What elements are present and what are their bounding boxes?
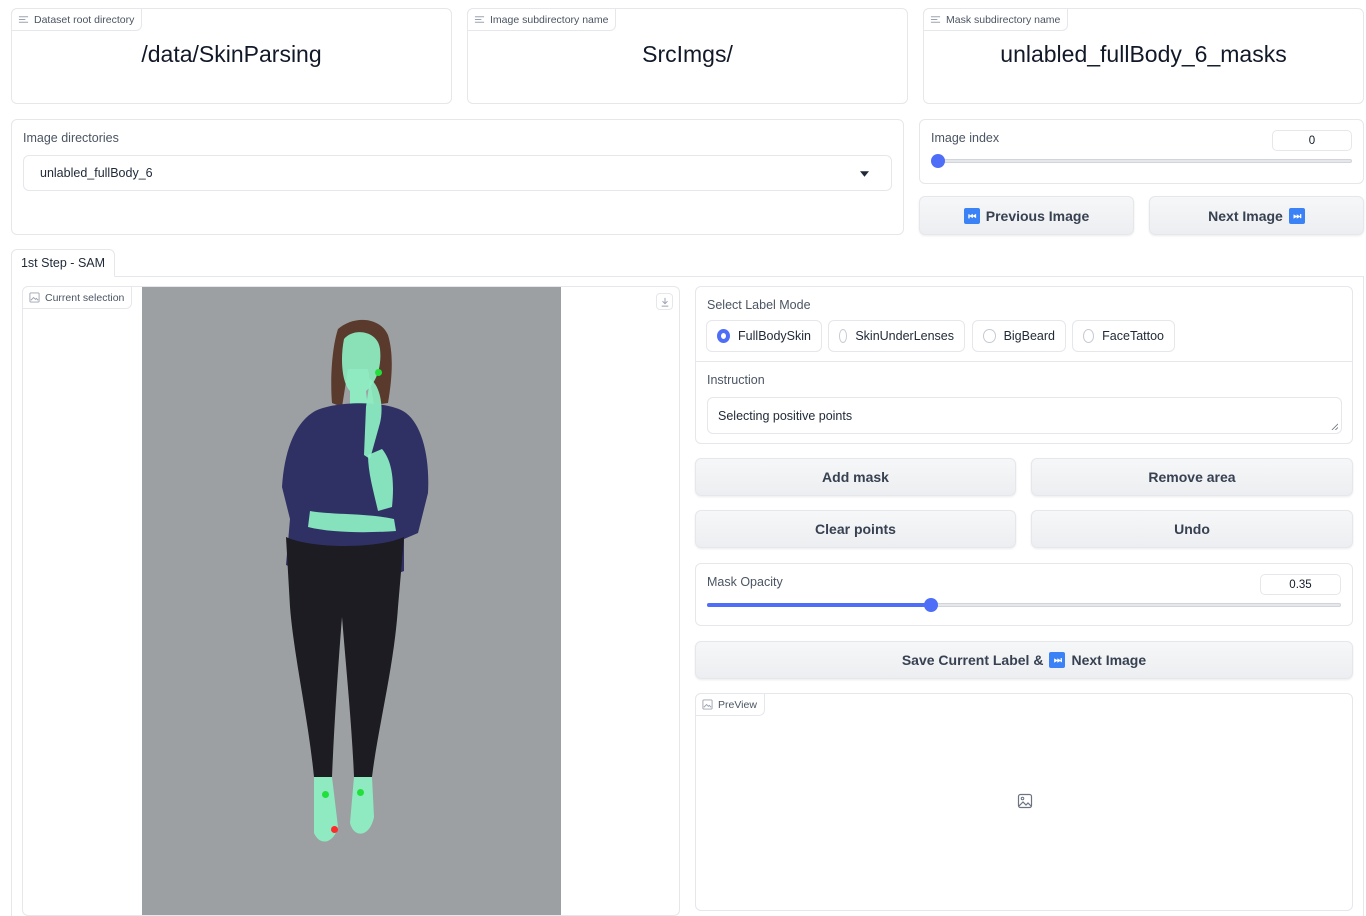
mask-opacity-thumb[interactable] [924,598,938,612]
media-skip-back-icon: ⏮ [963,207,980,224]
block-divider [696,361,1352,362]
person-photo[interactable] [142,287,561,916]
image-directories-block: Image directories unlabled_fullBody_6 [11,119,904,235]
current-selection-label: Current selection [45,291,125,304]
positive-point [357,789,364,796]
mask-subdirectory-field[interactable]: Mask subdirectory name unlabled_fullBody… [923,8,1364,104]
save-label-prefix: Save Current Label & [901,652,1044,668]
previous-image-button[interactable]: ⏮ Previous Image [919,196,1134,235]
previous-image-label: Previous Image [985,207,1090,224]
media-skip-forward-icon: ⏭ [1049,652,1066,668]
chevron-down-icon [860,171,869,177]
tab-label: 1st Step - SAM [20,256,106,270]
image-subdirectory-label: Image subdirectory name [490,13,609,26]
download-icon [661,297,668,307]
next-image-label: Next Image [1208,207,1283,224]
radio-facetattoo[interactable]: FaceTattoo [1072,320,1175,352]
positive-point [322,791,329,798]
image-directories-selected: unlabled_fullBody_6 [40,166,153,180]
radio-fullbodyskin[interactable]: FullBodySkin [706,320,822,352]
radio-bigbeard[interactable]: BigBeard [972,320,1066,352]
current-selection-panel[interactable]: Current selection [22,286,680,916]
radio-indicator [983,329,996,343]
undo-button[interactable]: Undo [1031,510,1353,548]
label-mode-block: Select Label Mode Instruction Selecting … [695,286,1353,444]
radio-label: BigBeard [1003,329,1055,343]
image-directories-dropdown[interactable]: unlabled_fullBody_6 [23,155,892,191]
dataset-root-label: Dataset root directory [34,13,135,26]
mask-opacity-block: Mask Opacity 0.35 [695,563,1353,626]
radio-skinunderlenses[interactable]: SkinUnderLenses [828,320,965,352]
clear-points-button[interactable]: Clear points [695,510,1016,548]
instruction-textarea[interactable]: Selecting positive points [707,397,1342,434]
radio-selected-indicator [717,329,731,343]
negative-point [331,826,338,833]
image-directories-label: Image directories [23,131,119,145]
radio-label: FaceTattoo [1102,329,1164,343]
mask-opacity-fill [707,603,929,607]
text-field-icon [18,16,29,23]
image-subdirectory-field[interactable]: Image subdirectory name SrcImgs/ [467,8,908,104]
tab-1st-step-sam[interactable]: 1st Step - SAM [11,249,115,277]
media-skip-forward-icon: ⏭ [1288,207,1305,224]
image-icon [702,699,713,710]
image-subdirectory-value[interactable]: SrcImgs/ [468,41,907,68]
text-field-icon [474,16,485,23]
save-label-suffix: Next Image [1071,652,1147,668]
image-index-input[interactable]: 0 [1272,130,1352,151]
dataset-root-tag: Dataset root directory [11,8,143,31]
instruction-value: Selecting positive points [718,408,853,423]
label-mode-label: Select Label Mode [707,298,811,312]
mask-subdirectory-label: Mask subdirectory name [946,13,1061,26]
image-canvas[interactable] [142,287,561,916]
preview-tag: PreView [695,693,765,716]
instruction-label: Instruction [707,373,765,387]
mask-subdirectory-tag: Mask subdirectory name [923,8,1069,31]
positive-point [375,369,382,376]
radio-label: FullBodySkin [738,329,811,343]
radio-indicator [839,329,848,343]
remove-area-button[interactable]: Remove area [1031,458,1353,496]
radio-label: SkinUnderLenses [855,329,954,343]
radio-indicator [1083,329,1095,343]
text-field-icon [930,16,941,23]
current-selection-tag: Current selection [23,287,133,309]
preview-label: PreView [718,698,757,711]
mask-subdirectory-value[interactable]: unlabled_fullBody_6_masks [924,41,1363,68]
image-index-track[interactable] [937,159,1352,163]
mask-opacity-input[interactable]: 0.35 [1260,574,1341,595]
image-index-label: Image index [931,131,1000,145]
preview-panel: PreView [695,693,1353,911]
image-index-thumb[interactable] [931,154,945,168]
download-button[interactable] [656,293,673,310]
image-subdirectory-tag: Image subdirectory name [467,8,617,31]
save-and-next-button[interactable]: Save Current Label & ⏭ Next Image [695,641,1353,679]
next-image-button[interactable]: Next Image ⏭ [1149,196,1364,235]
add-mask-button[interactable]: Add mask [695,458,1016,496]
resize-handle-icon[interactable] [1331,423,1338,430]
image-placeholder-icon [1017,793,1033,809]
image-icon [29,292,40,303]
dataset-root-value[interactable]: /data/SkinParsing [12,41,451,68]
image-index-block: Image index 0 [919,119,1364,184]
mask-opacity-label: Mask Opacity [707,575,783,589]
dataset-root-field[interactable]: Dataset root directory /data/SkinParsing [11,8,452,104]
